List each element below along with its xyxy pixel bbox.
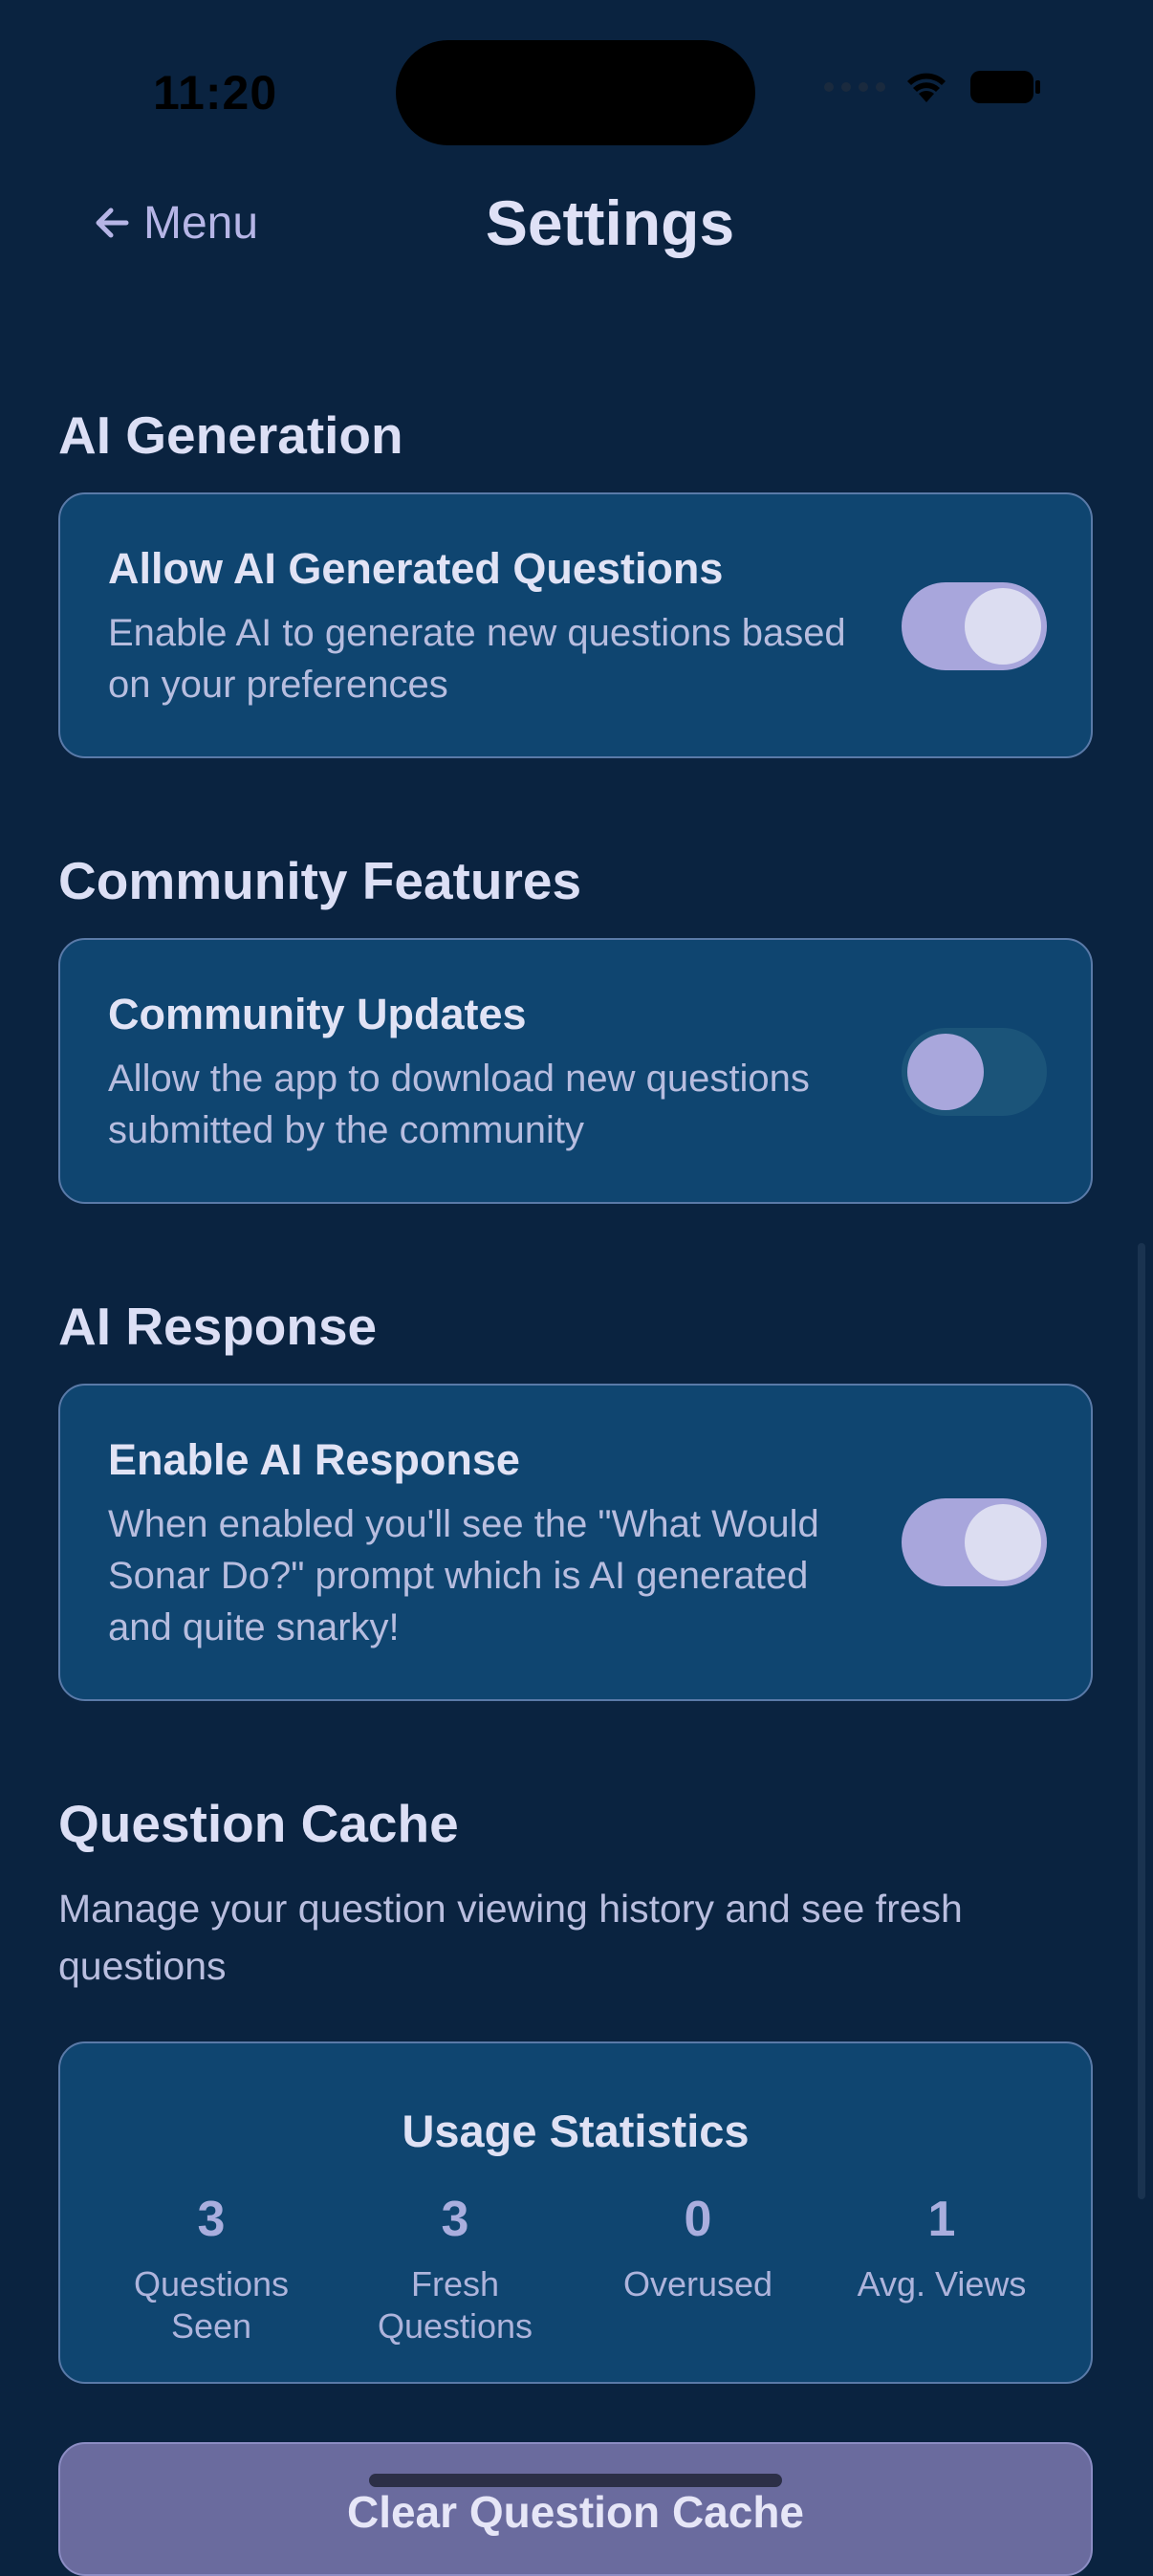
- stat-overused: 0 Overused: [583, 2189, 813, 2305]
- scroll-indicator[interactable]: [1138, 1243, 1145, 2199]
- section-heading-ai-response: AI Response: [58, 1297, 378, 1356]
- setting-card-community-updates: Community Updates Allow the app to downl…: [58, 938, 1093, 1204]
- stat-value: 3: [441, 2192, 469, 2247]
- stat-value: 3: [197, 2192, 226, 2247]
- battery-icon: [970, 71, 1040, 103]
- stat-avg-views: 1 Avg. Views: [827, 2189, 1056, 2305]
- section-heading-community-features: Community Features: [58, 851, 582, 910]
- usage-statistics-card: Usage Statistics 3 Questions Seen 3 Fres…: [58, 2041, 1093, 2384]
- cellular-signal-icon: [824, 82, 885, 92]
- toggle-knob: [907, 1034, 984, 1110]
- section-heading-ai-generation: AI Generation: [58, 405, 403, 465]
- toggle-knob: [965, 588, 1041, 665]
- stat-label: Avg. Views: [857, 2264, 1027, 2303]
- setting-card-ai-generation: Allow AI Generated Questions Enable AI t…: [58, 492, 1093, 758]
- stat-value: 1: [927, 2192, 956, 2247]
- setting-description: When enabled you'll see the "What Would …: [108, 1503, 819, 1648]
- setting-card-ai-response: Enable AI Response When enabled you'll s…: [58, 1384, 1093, 1701]
- page-title: Settings: [485, 187, 735, 258]
- setting-title: Community Updates: [108, 990, 527, 1038]
- dynamic-island: [396, 40, 755, 145]
- stat-label: Questions Seen: [133, 2264, 290, 2346]
- stat-fresh-questions: 3 Fresh Questions: [340, 2189, 570, 2347]
- community-updates-toggle[interactable]: [902, 1028, 1047, 1116]
- section-heading-question-cache: Question Cache: [58, 1794, 459, 1853]
- clear-question-cache-button[interactable]: Clear Question Cache: [58, 2442, 1093, 2576]
- setting-description: Enable AI to generate new questions base…: [108, 612, 846, 706]
- usage-statistics-title: Usage Statistics: [402, 2106, 750, 2156]
- stat-value: 0: [684, 2192, 712, 2247]
- ai-generated-questions-toggle[interactable]: [902, 582, 1047, 670]
- stat-label: Overused: [622, 2264, 773, 2303]
- question-cache-description: Manage your question viewing history and…: [58, 1887, 963, 1988]
- setting-title: Allow AI Generated Questions: [108, 544, 724, 593]
- ai-response-toggle[interactable]: [902, 1498, 1047, 1586]
- home-indicator[interactable]: [369, 2474, 782, 2487]
- stat-questions-seen: 3 Questions Seen: [97, 2189, 326, 2347]
- status-time: 11:20: [153, 66, 278, 120]
- setting-description: Allow the app to download new questions …: [108, 1058, 810, 1151]
- setting-title: Enable AI Response: [108, 1435, 520, 1484]
- toggle-knob: [965, 1504, 1041, 1581]
- stat-label: Fresh Questions: [377, 2264, 533, 2346]
- status-icons: [824, 69, 1042, 105]
- wifi-icon: [907, 73, 946, 102]
